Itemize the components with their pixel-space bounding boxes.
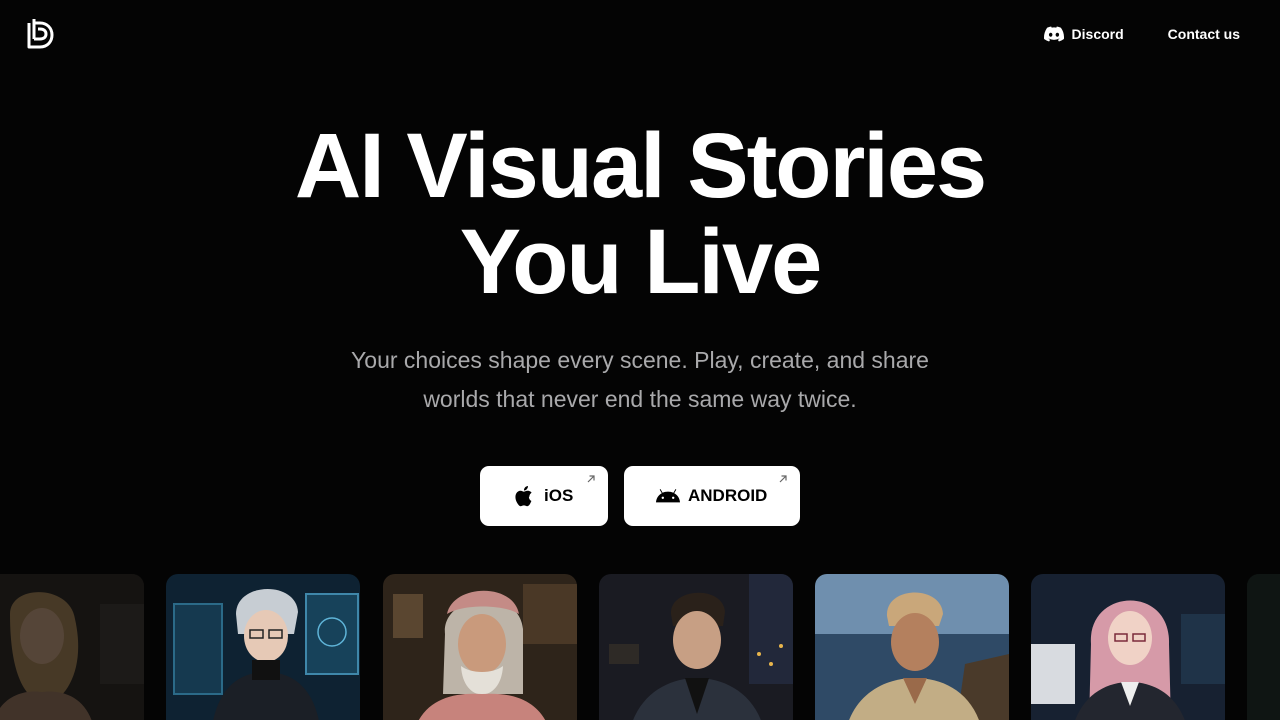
hero-subtitle-line-2: worlds that never end the same way twice…: [423, 386, 857, 412]
arrow-up-right-icon: [779, 475, 787, 483]
discord-icon: [1043, 26, 1064, 42]
hero-title-line-2: You Live: [459, 211, 823, 313]
ios-download-button[interactable]: iOS: [480, 466, 608, 526]
hero-title: AI Visual Stories You Live: [0, 118, 1280, 310]
card-partial[interactable]: [1247, 574, 1280, 720]
android-icon: [656, 489, 680, 503]
apple-icon: [515, 486, 532, 507]
woman-blonde-image: [0, 574, 144, 720]
hero-subtitle: Your choices shape every scene. Play, cr…: [0, 341, 1280, 419]
man-ocean-image: [815, 574, 1009, 720]
ios-label: iOS: [544, 486, 574, 505]
card-woman-blonde[interactable]: [0, 574, 144, 720]
partial-card-image: [1247, 574, 1280, 720]
android-label: ANDROID: [688, 486, 768, 505]
brand-logo[interactable]: [26, 17, 54, 51]
landing-page: Discord Contact us AI Visual Stories You…: [0, 0, 1280, 720]
man-jacket-image: [599, 574, 793, 720]
card-anime-hacker[interactable]: [166, 574, 360, 720]
old-man-hat-image: [383, 574, 577, 720]
contact-link[interactable]: Contact us: [1168, 24, 1240, 44]
contact-label: Contact us: [1167, 26, 1240, 42]
anime-hacker-image: [166, 574, 360, 720]
hero-subtitle-line-1: Your choices shape every scene. Play, cr…: [351, 347, 929, 373]
card-man-ocean[interactable]: [815, 574, 1009, 720]
top-nav: Discord Contact us: [1043, 24, 1240, 44]
hero-title-line-1: AI Visual Stories: [294, 115, 987, 217]
discord-link[interactable]: Discord: [1043, 24, 1124, 44]
arrow-up-right-icon: [587, 475, 595, 483]
card-anime-woman[interactable]: [1031, 574, 1225, 720]
discord-label: Discord: [1071, 26, 1124, 42]
android-download-button[interactable]: ANDROID: [624, 466, 800, 526]
card-old-man-hat[interactable]: [383, 574, 577, 720]
anime-woman-image: [1031, 574, 1225, 720]
card-man-jacket[interactable]: [599, 574, 793, 720]
